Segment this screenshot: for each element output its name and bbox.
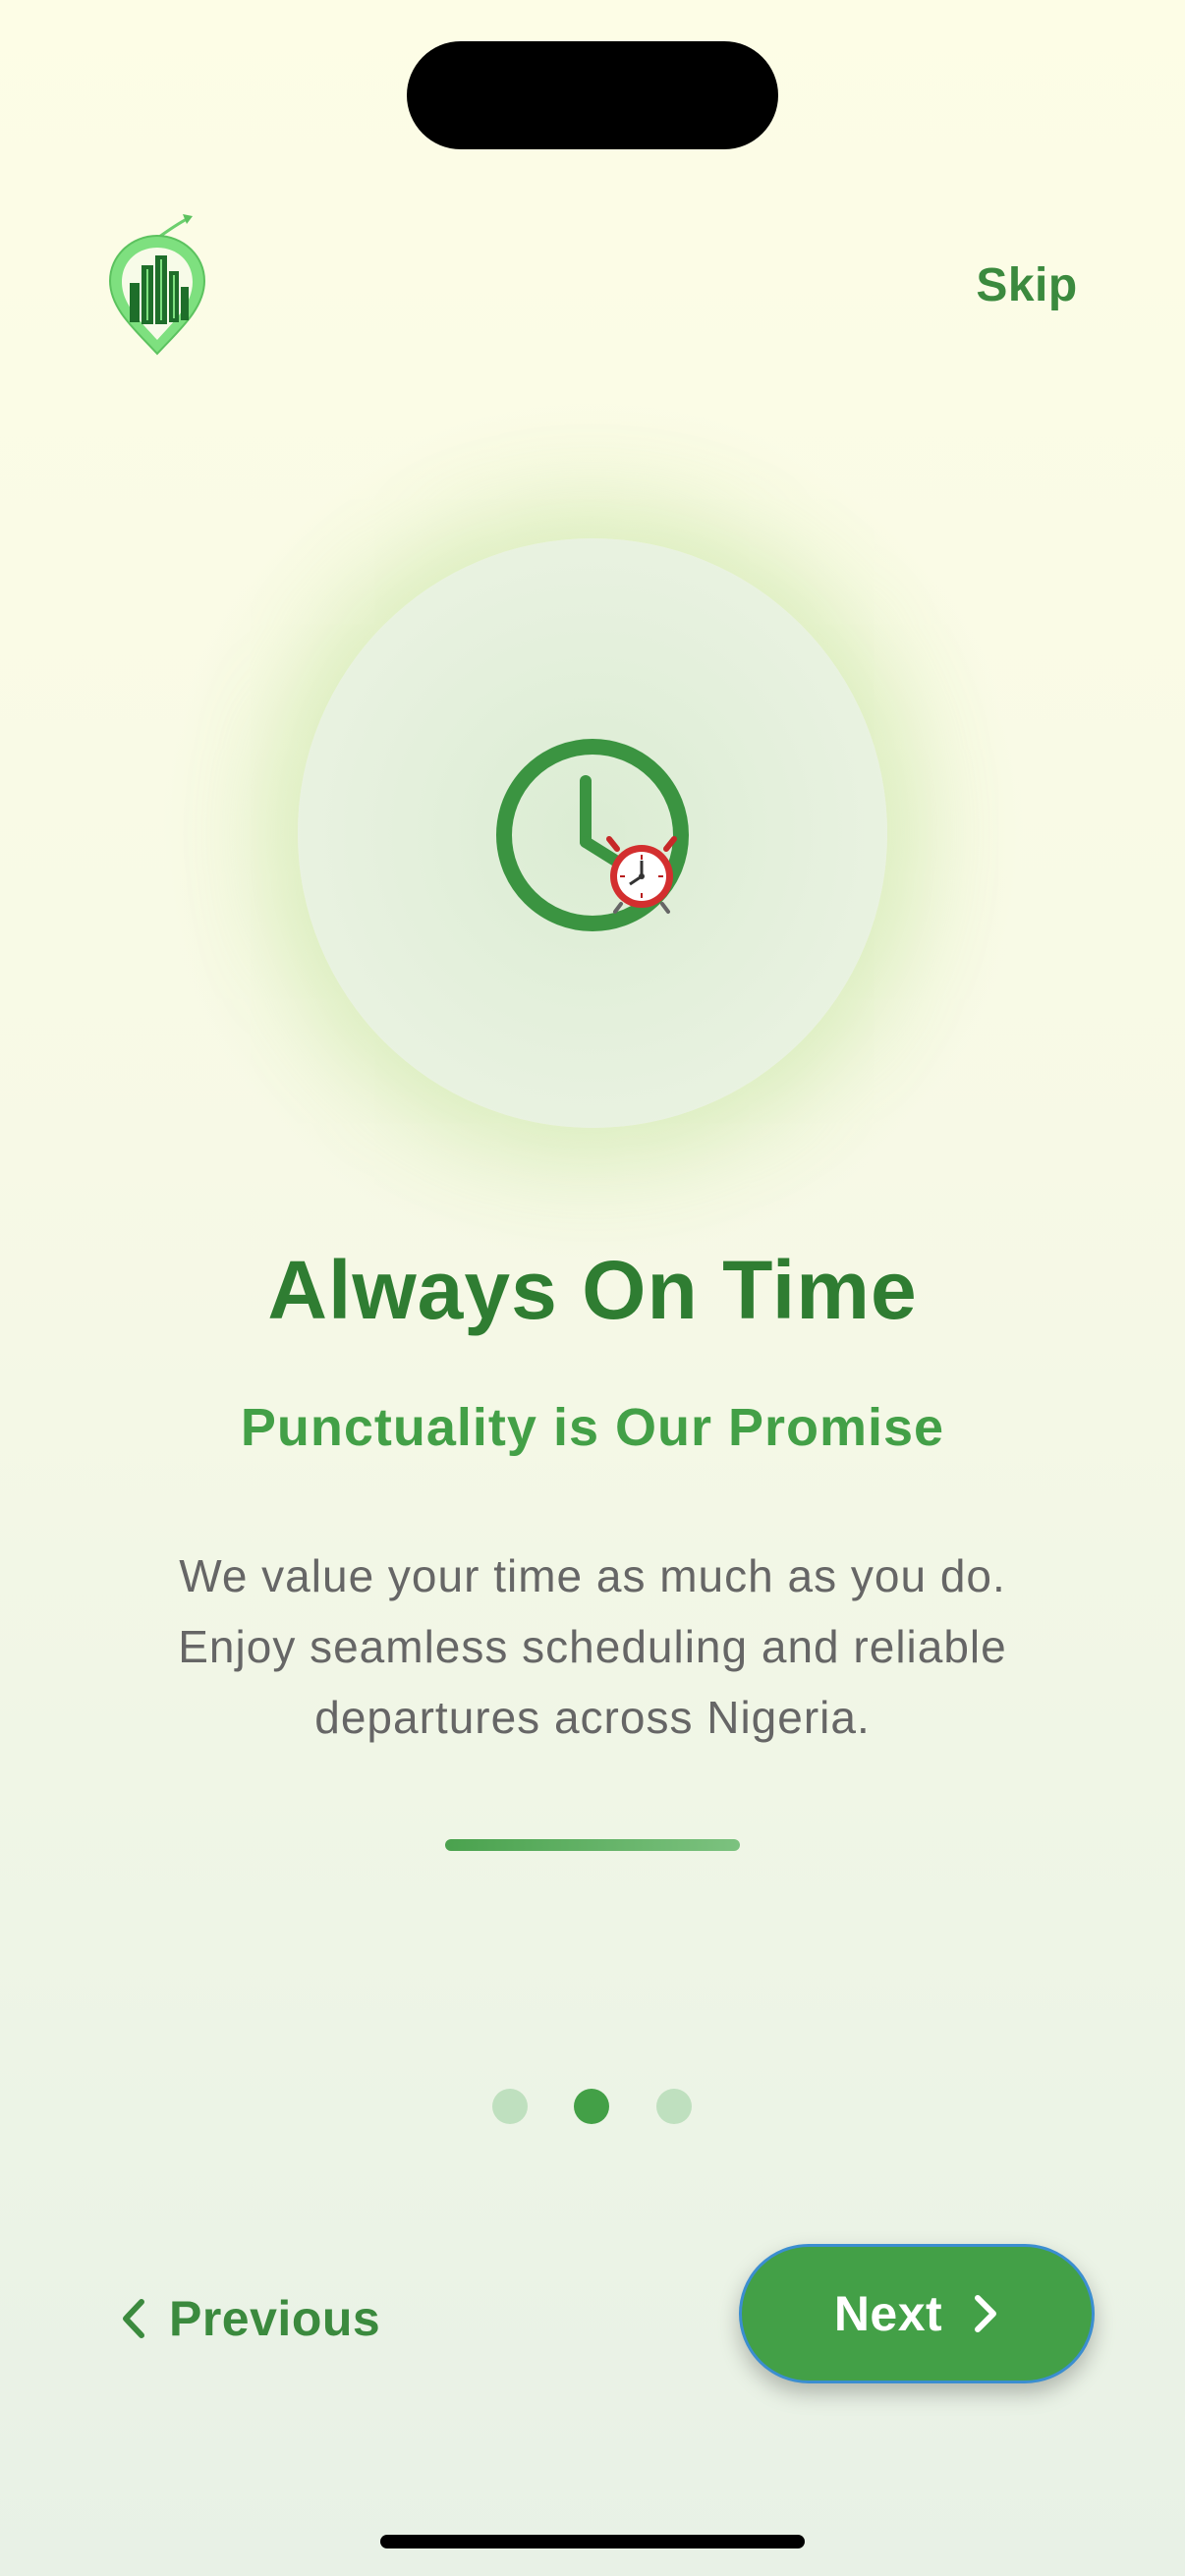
- city-location-pin-icon: [108, 214, 206, 356]
- page-dot-3[interactable]: [656, 2089, 692, 2124]
- accent-divider: [445, 1839, 740, 1851]
- chevron-left-icon: [123, 2299, 144, 2338]
- app-logo: [98, 206, 216, 364]
- previous-button[interactable]: Previous: [116, 2279, 380, 2358]
- page-dot-1[interactable]: [492, 2089, 528, 2124]
- dynamic-island: [407, 41, 778, 149]
- skip-button[interactable]: Skip: [963, 253, 1091, 318]
- description-line: Enjoy seamless scheduling and reliable: [178, 1621, 1007, 1672]
- alarm-clock-icon: [606, 836, 677, 914]
- previous-label: Previous: [169, 2291, 381, 2346]
- clock-illustration: [489, 732, 696, 938]
- home-indicator: [380, 2535, 805, 2548]
- clock-icon: [496, 739, 689, 931]
- description-line: departures across Nigeria.: [314, 1692, 871, 1743]
- onboarding-description: We value your time as much as you do. En…: [128, 1540, 1057, 1753]
- description-line: We value your time as much as you do.: [179, 1550, 1006, 1601]
- page-dot-2-active[interactable]: [574, 2089, 609, 2124]
- next-button[interactable]: Next: [739, 2244, 1095, 2383]
- chevron-right-icon: [975, 2295, 997, 2332]
- onboarding-title: Always On Time: [267, 1244, 918, 1336]
- onboarding-subtitle: Punctuality is Our Promise: [240, 1398, 945, 1457]
- next-label: Next: [833, 2286, 943, 2341]
